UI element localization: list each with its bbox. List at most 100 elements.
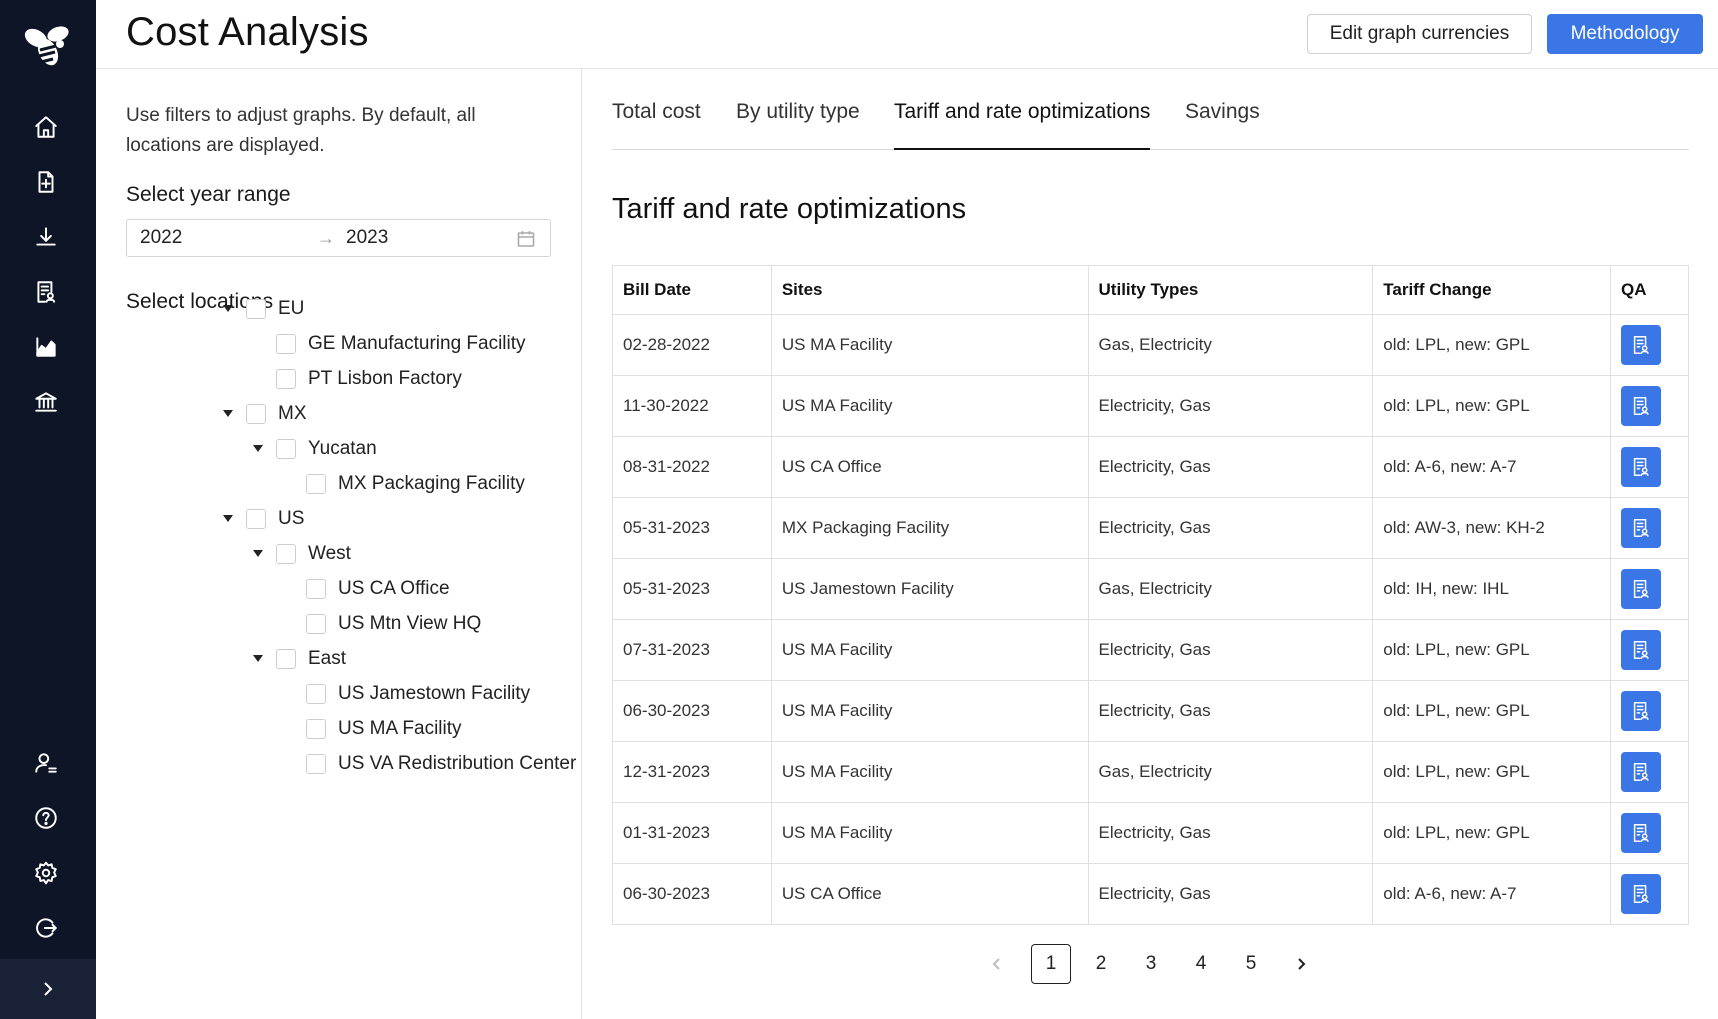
location-tree-item[interactable]: GE Manufacturing Facility	[252, 331, 526, 357]
column-header-sites[interactable]: Sites	[771, 265, 1089, 315]
table-row: 12-31-2023 US MA Facility Gas, Electricity…	[612, 741, 1689, 803]
location-checkbox[interactable]	[246, 404, 266, 424]
calendar-icon[interactable]	[516, 229, 536, 249]
location-checkbox[interactable]	[246, 509, 266, 529]
year-range-picker[interactable]: 2022 → 2023	[126, 219, 551, 257]
tab-total-cost[interactable]: Total cost	[612, 100, 701, 150]
qa-report-button[interactable]	[1621, 752, 1662, 792]
location-tree-item[interactable]: Yucatan	[252, 436, 377, 462]
location-tree-item[interactable]: US MA Facility	[282, 716, 462, 742]
location-label: US Mtn View HQ	[338, 613, 482, 634]
location-tree-item[interactable]: PT Lisbon Factory	[252, 366, 462, 392]
location-checkbox[interactable]	[306, 684, 326, 704]
bill-date-cell: 11-30-2022	[612, 375, 772, 437]
location-label: MX Packaging Facility	[338, 473, 525, 494]
page-button[interactable]: 4	[1181, 944, 1221, 984]
bill-date-cell: 06-30-2023	[612, 863, 772, 925]
location-label: East	[308, 648, 347, 669]
location-checkbox[interactable]	[276, 544, 296, 564]
tab-savings[interactable]: Savings	[1185, 100, 1260, 150]
column-header-utility-types[interactable]: Utility Types	[1088, 265, 1374, 315]
caret-down-icon[interactable]	[222, 303, 234, 315]
qa-report-button[interactable]	[1621, 386, 1662, 426]
page-button[interactable]: 3	[1131, 944, 1171, 984]
logout-icon[interactable]	[30, 912, 62, 944]
location-checkbox[interactable]	[306, 579, 326, 599]
methodology-button[interactable]: Methodology	[1547, 14, 1703, 54]
location-tree-item[interactable]: US VA Redistribution Center	[282, 751, 576, 777]
page-button[interactable]: 1	[1031, 944, 1071, 984]
location-tree-item[interactable]: US	[222, 506, 304, 532]
site-cell: US MA Facility	[771, 314, 1089, 376]
location-tree-item[interactable]: EU	[222, 296, 304, 322]
location-tree-item[interactable]: US CA Office	[282, 576, 450, 602]
qa-report-button[interactable]	[1621, 325, 1662, 365]
tab-tariff-and-rate-optimizations[interactable]: Tariff and rate optimizations	[894, 100, 1151, 150]
previous-page-button[interactable]	[985, 944, 1009, 984]
page-button[interactable]: 2	[1081, 944, 1121, 984]
location-tree-item[interactable]: MX Packaging Facility	[282, 471, 525, 497]
range-arrow-icon: →	[317, 228, 335, 248]
location-checkbox[interactable]	[306, 754, 326, 774]
section-title: Tariff and rate optimizations	[612, 193, 967, 225]
utility-types-cell: Electricity, Gas	[1088, 436, 1374, 498]
edit-graph-currencies-button[interactable]: Edit graph currencies	[1307, 14, 1532, 54]
document-add-icon[interactable]	[30, 166, 62, 198]
help-icon[interactable]	[30, 802, 62, 834]
caret-down-icon[interactable]	[252, 548, 264, 560]
location-checkbox[interactable]	[276, 649, 296, 669]
qa-report-button[interactable]	[1621, 508, 1662, 548]
caret-down-icon[interactable]	[252, 443, 264, 455]
location-checkbox[interactable]	[306, 614, 326, 634]
location-checkbox[interactable]	[246, 299, 266, 319]
year-range-label: Select year range	[126, 183, 291, 206]
page-button[interactable]: 5	[1231, 944, 1271, 984]
location-checkbox[interactable]	[306, 719, 326, 739]
column-header-qa: QA	[1610, 265, 1689, 315]
settings-icon[interactable]	[30, 857, 62, 889]
location-tree-item[interactable]: MX	[222, 401, 307, 427]
sidebar	[0, 0, 96, 1019]
user-settings-icon[interactable]	[30, 747, 62, 779]
qa-report-button[interactable]	[1621, 691, 1662, 731]
site-cell: US MA Facility	[771, 619, 1089, 681]
home-icon[interactable]	[30, 111, 62, 143]
qa-report-button[interactable]	[1621, 569, 1662, 609]
chart-icon[interactable]	[30, 331, 62, 363]
year-end-input[interactable]: 2023	[346, 227, 388, 249]
location-checkbox[interactable]	[276, 334, 296, 354]
qa-report-button[interactable]	[1621, 447, 1662, 487]
tab-by-utility-type[interactable]: By utility type	[736, 100, 860, 150]
location-checkbox[interactable]	[276, 369, 296, 389]
site-cell: MX Packaging Facility	[771, 497, 1089, 559]
caret-down-icon[interactable]	[252, 653, 264, 665]
location-checkbox[interactable]	[306, 474, 326, 494]
bee-logo[interactable]	[20, 22, 72, 74]
location-tree-item[interactable]: US Mtn View HQ	[282, 611, 481, 637]
location-checkbox[interactable]	[276, 439, 296, 459]
sidebar-expand-button[interactable]	[0, 959, 96, 1019]
site-cell: US Jamestown Facility	[771, 558, 1089, 620]
column-header-bill-date[interactable]: Bill Date	[612, 265, 772, 315]
chevron-right-icon	[44, 982, 53, 996]
next-page-button[interactable]	[1289, 944, 1313, 984]
location-tree-item[interactable]: West	[252, 541, 351, 567]
filter-hint: Use filters to adjust graphs. By default…	[126, 105, 476, 156]
caret-down-icon[interactable]	[222, 408, 234, 420]
qa-report-button[interactable]	[1621, 630, 1662, 670]
qa-cell	[1610, 497, 1689, 559]
year-start-input[interactable]: 2022	[140, 227, 182, 249]
qa-report-button[interactable]	[1621, 874, 1662, 914]
location-tree-item[interactable]: East	[252, 646, 346, 672]
column-header-tariff-change[interactable]: Tariff Change	[1372, 265, 1612, 315]
chevron-right-icon	[1298, 958, 1306, 970]
download-icon[interactable]	[30, 221, 62, 253]
bank-icon[interactable]	[30, 386, 62, 418]
filters-panel: Use filters to adjust graphs. By default…	[96, 69, 582, 1019]
caret-down-icon[interactable]	[222, 513, 234, 525]
location-tree-item[interactable]: US Jamestown Facility	[282, 681, 530, 707]
qa-report-button[interactable]	[1621, 813, 1662, 853]
report-icon[interactable]	[30, 276, 62, 308]
